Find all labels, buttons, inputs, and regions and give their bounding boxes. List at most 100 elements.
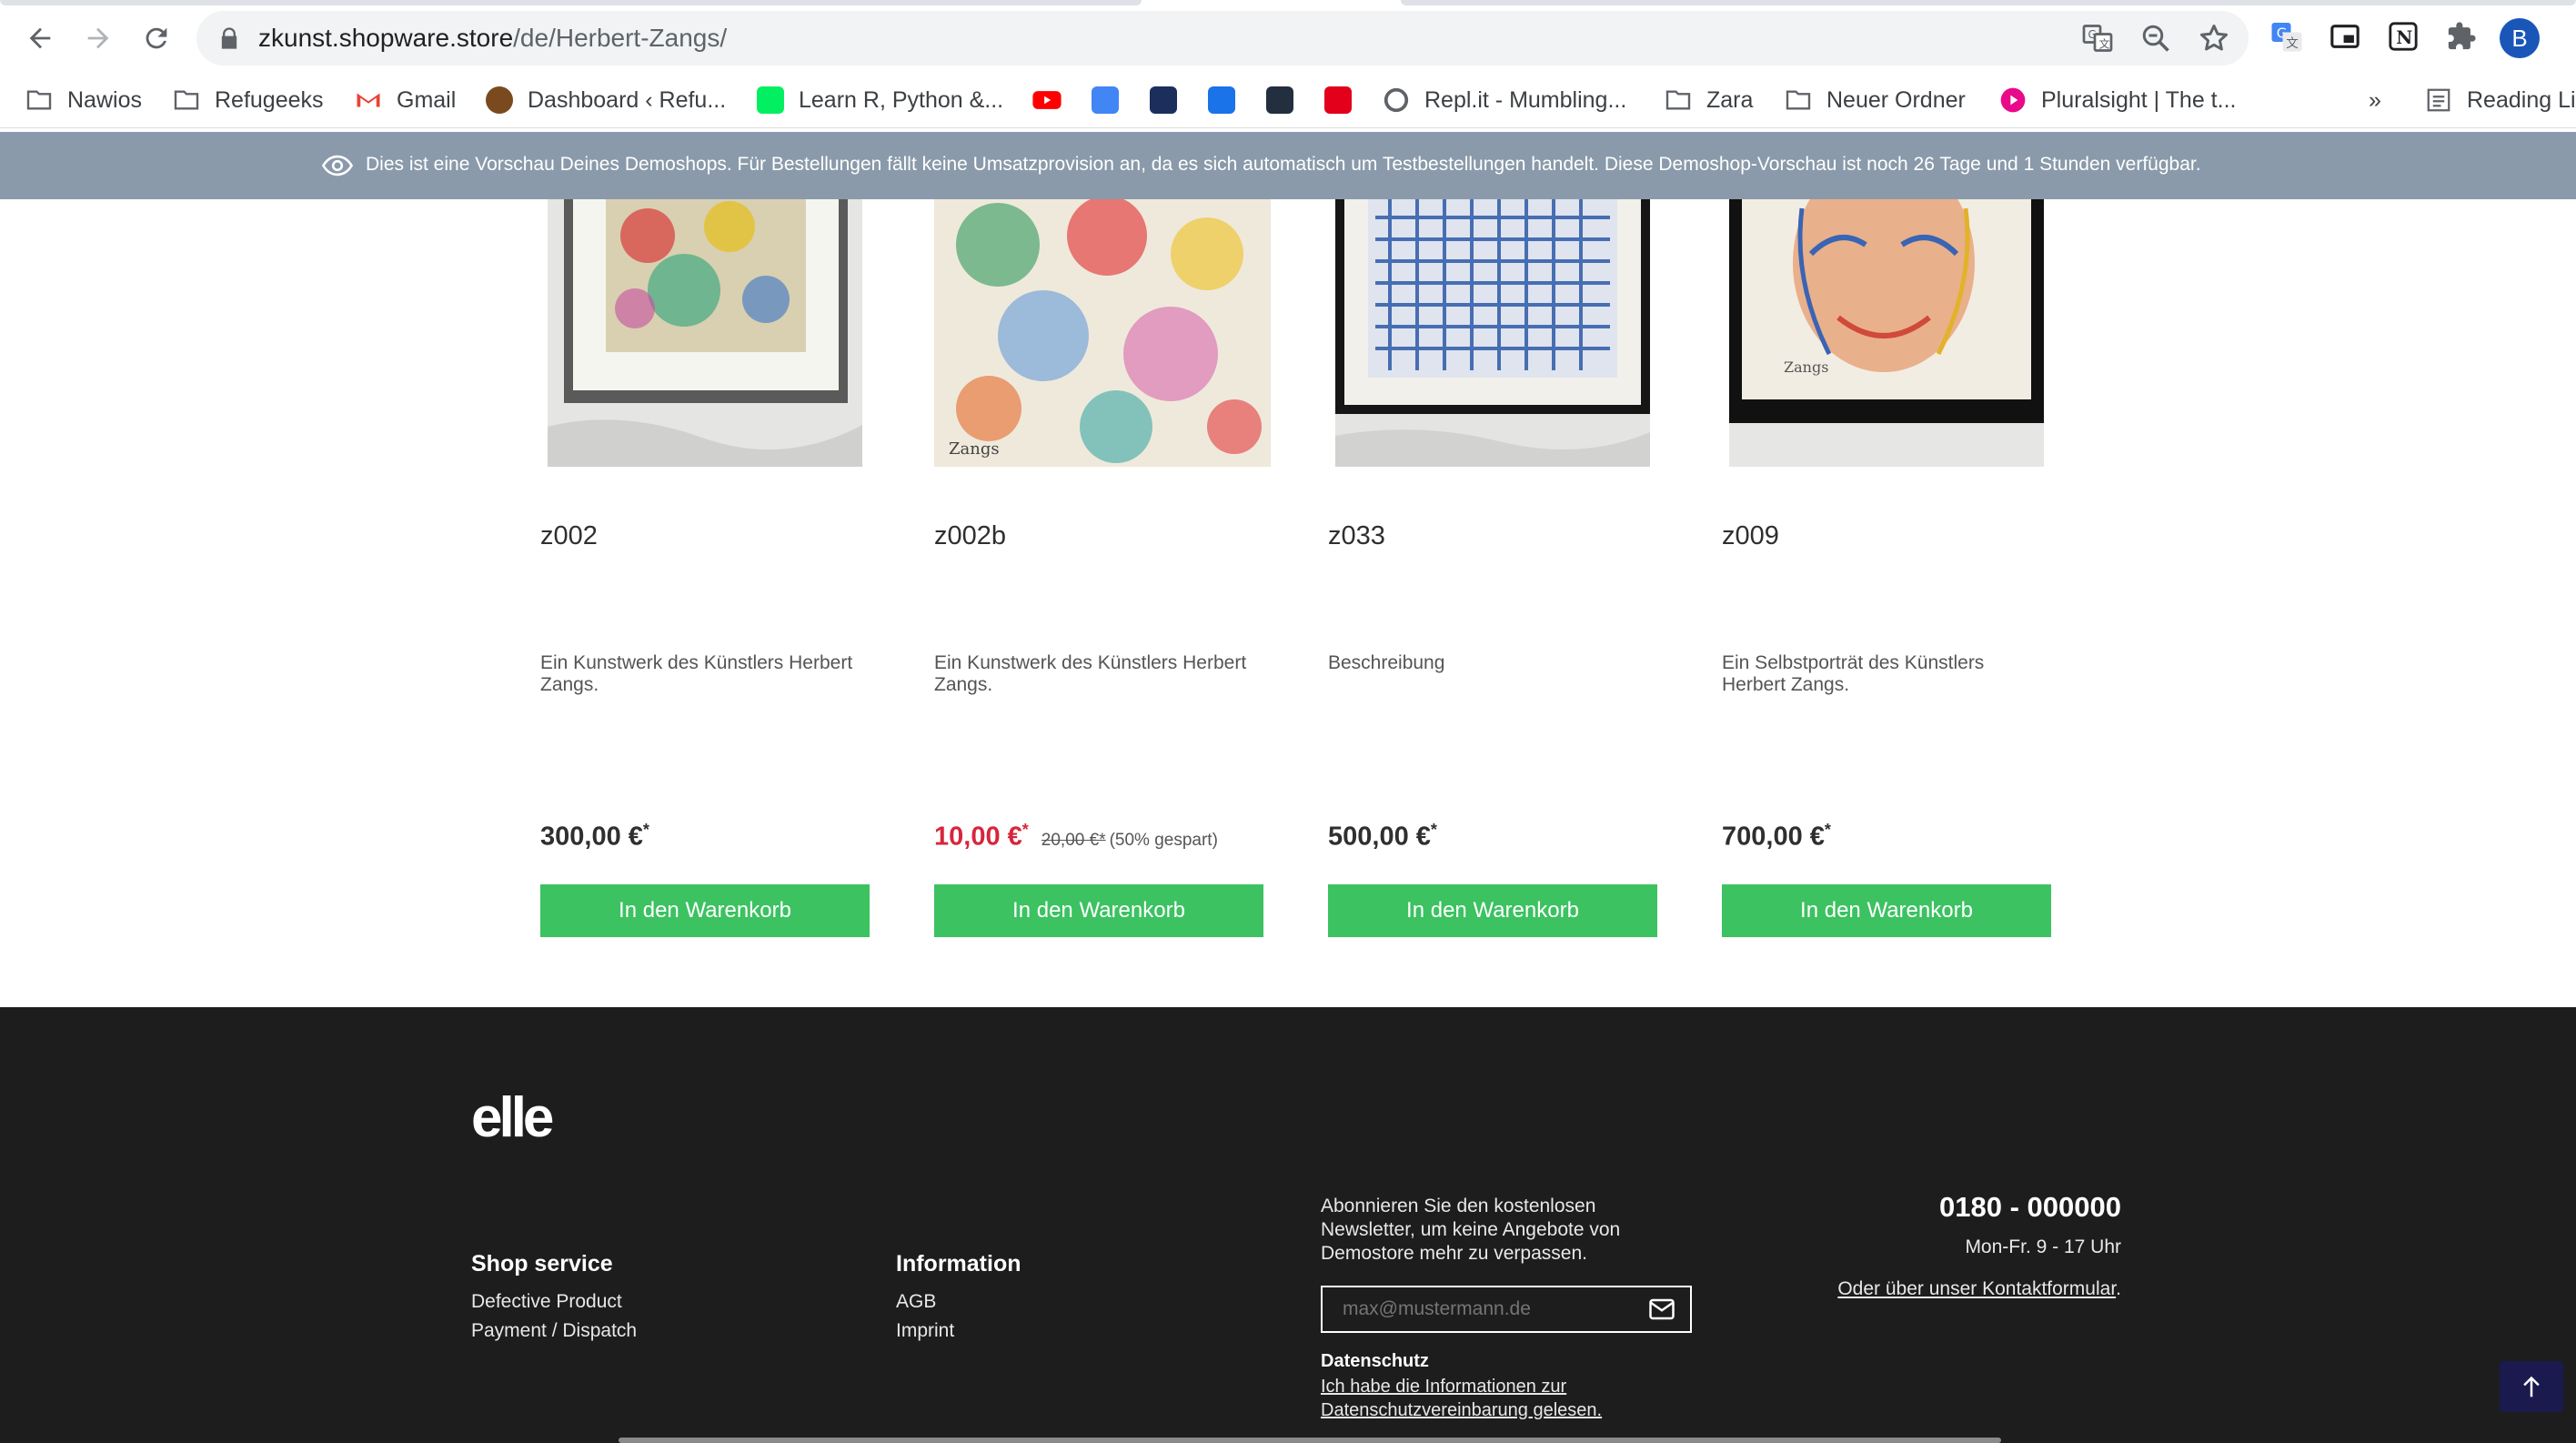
datacamp-icon xyxy=(755,85,786,116)
bookmark-sparkasse[interactable] xyxy=(1323,73,1353,127)
footer-link-defective-product[interactable]: Defective Product xyxy=(471,1291,622,1313)
svg-text:文: 文 xyxy=(2286,36,2299,51)
star-icon[interactable] xyxy=(2198,22,2230,55)
amazon-icon xyxy=(1264,85,1295,116)
svg-text:N: N xyxy=(2396,26,2412,48)
add-to-cart-button[interactable]: In den Warenkorb xyxy=(1722,884,2051,937)
add-to-cart-button[interactable]: In den Warenkorb xyxy=(1328,884,1657,937)
newsletter-email-input[interactable] xyxy=(1321,1286,1692,1333)
bookmark-label: Refugeeks xyxy=(215,86,324,113)
product-description: Ein Kunstwerk des Künstlers Herbert Zang… xyxy=(934,652,1247,695)
product-price: 500,00 €* xyxy=(1328,821,1437,853)
bookmark-pluralsight[interactable]: Pluralsight | The t... xyxy=(1997,73,2236,127)
add-to-cart-button[interactable]: In den Warenkorb xyxy=(934,884,1263,937)
bookmark-calendar[interactable] xyxy=(1206,73,1237,127)
reload-icon[interactable] xyxy=(133,15,180,62)
bookmarks-bar: Nawios Refugeeks Gmail Dashboard ‹ Refu.… xyxy=(0,73,2576,128)
bookmark-refugeeks[interactable]: Refugeeks xyxy=(171,73,324,127)
reading-list-button[interactable]: Reading Li xyxy=(2423,73,2576,127)
folder-icon xyxy=(24,85,55,116)
bookmark-replit[interactable]: Repl.it - Mumbling... xyxy=(1381,73,1626,127)
footer-link-imprint[interactable]: Imprint xyxy=(896,1320,954,1342)
svg-text:Zangs: Zangs xyxy=(949,439,1000,459)
bookmark-l[interactable] xyxy=(1148,73,1179,127)
product-card: z002 Ein Kunstwerk des Künstlers Herbert… xyxy=(540,199,870,937)
profile-avatar[interactable]: B xyxy=(2500,18,2540,58)
bookmark-youtube[interactable] xyxy=(1031,73,1062,127)
product-name[interactable]: z009 xyxy=(1722,521,1779,551)
folder-icon xyxy=(1783,85,1814,116)
price-value: 10,00 € xyxy=(934,822,1022,852)
product-card: z033 Beschreibung 500,00 €* In den Waren… xyxy=(1328,199,1657,937)
price-value: 700,00 € xyxy=(1722,822,1825,852)
newsletter-text: Abonnieren Sie den kostenlosen Newslette… xyxy=(1321,1196,1621,1264)
price-asterisk: * xyxy=(1021,821,1029,839)
preview-banner-text: Dies ist eine Vorschau Deines Demoshops.… xyxy=(366,154,2201,175)
calendar-icon xyxy=(1206,85,1237,116)
bookmark-datacamp[interactable]: Learn R, Python &... xyxy=(755,73,1003,127)
product-image[interactable] xyxy=(1335,199,1650,467)
bookmark-label: Nawios xyxy=(67,86,142,113)
reading-list-icon xyxy=(2423,85,2454,116)
translate-icon[interactable]: G文 xyxy=(2081,22,2114,55)
zoom-icon[interactable] xyxy=(2139,22,2172,55)
bookmark-label: Dashboard ‹ Refu... xyxy=(528,86,727,113)
product-image[interactable]: Zangs xyxy=(934,199,1271,467)
price-value: 300,00 € xyxy=(540,822,643,852)
site-icon xyxy=(484,85,515,116)
folder-icon xyxy=(1663,85,1694,116)
url-path: /de/Herbert-Zangs/ xyxy=(513,24,728,52)
back-icon[interactable] xyxy=(16,15,64,62)
product-price: 10,00 €* 20,00 €* (50% gespart) xyxy=(934,821,1218,853)
footer-link-agb[interactable]: AGB xyxy=(896,1291,936,1313)
svg-text:文: 文 xyxy=(2099,37,2110,51)
price-asterisk: * xyxy=(1824,821,1831,839)
product-name[interactable]: z002b xyxy=(934,521,1006,551)
bookmark-gmail[interactable]: Gmail xyxy=(353,73,456,127)
picture-in-picture-icon[interactable] xyxy=(2327,18,2363,55)
contact-form-link[interactable]: Oder über unser Kontaktformular xyxy=(1837,1278,2116,1299)
contact-line: Oder über unser Kontaktformular. xyxy=(1837,1278,2121,1300)
product-image[interactable]: Zangs xyxy=(1729,199,2044,467)
information-heading: Information xyxy=(896,1251,1021,1276)
youtube-icon xyxy=(1031,85,1062,116)
privacy-link[interactable]: Ich habe die Informationen zur Datenschu… xyxy=(1321,1375,1721,1422)
shop-service-heading: Shop service xyxy=(471,1251,613,1276)
notion-icon[interactable]: N xyxy=(2385,18,2421,55)
reading-list-label: Reading Li xyxy=(2467,86,2576,113)
bookmark-amazon[interactable] xyxy=(1264,73,1295,127)
google-translate-extension-icon[interactable]: G文 xyxy=(2269,18,2305,55)
bookmark-zara[interactable]: Zara xyxy=(1663,73,1753,127)
price-value: 500,00 € xyxy=(1328,822,1431,852)
pluralsight-icon xyxy=(1997,85,2028,116)
url-host: zkunst.shopware.store xyxy=(258,24,514,52)
bookmark-label: Neuer Ordner xyxy=(1826,86,1966,113)
bookmark-translate[interactable] xyxy=(1090,73,1121,127)
product-price: 700,00 €* xyxy=(1722,821,1831,853)
product-name[interactable]: z002 xyxy=(540,521,598,551)
horizontal-scrollbar[interactable] xyxy=(619,1438,2001,1443)
address-bar[interactable]: zkunst.shopware.store/de/Herbert-Zangs/ … xyxy=(196,11,2249,66)
browser-toolbar: zkunst.shopware.store/de/Herbert-Zangs/ … xyxy=(0,0,2576,73)
product-name[interactable]: z033 xyxy=(1328,521,1385,551)
lock-icon[interactable] xyxy=(216,25,242,51)
bookmark-dashboard[interactable]: Dashboard ‹ Refu... xyxy=(484,73,726,127)
bookmark-label: Repl.it - Mumbling... xyxy=(1424,86,1627,113)
scroll-to-top-button[interactable] xyxy=(2500,1361,2563,1412)
footer-link-payment-dispatch[interactable]: Payment / Dispatch xyxy=(471,1320,637,1342)
url-text[interactable]: zkunst.shopware.store/de/Herbert-Zangs/ xyxy=(258,11,727,66)
mail-icon[interactable] xyxy=(1648,1297,1675,1322)
forward-icon[interactable] xyxy=(75,15,122,62)
footer-logo[interactable]: elle xyxy=(471,1085,554,1150)
tab-strip-edge xyxy=(1401,0,2576,5)
contact-suffix: . xyxy=(2116,1278,2121,1299)
bookmark-nawios[interactable]: Nawios xyxy=(24,73,142,127)
old-price: 20,00 €* xyxy=(1041,830,1106,850)
add-to-cart-button[interactable]: In den Warenkorb xyxy=(540,884,870,937)
gmail-icon xyxy=(353,85,384,116)
bookmark-label: Pluralsight | The t... xyxy=(2041,86,2237,113)
bookmark-neuer-ordner[interactable]: Neuer Ordner xyxy=(1783,73,1966,127)
extensions-icon[interactable] xyxy=(2443,18,2480,55)
bookmarks-overflow-button[interactable]: » xyxy=(2369,73,2381,127)
product-image[interactable] xyxy=(548,199,862,467)
